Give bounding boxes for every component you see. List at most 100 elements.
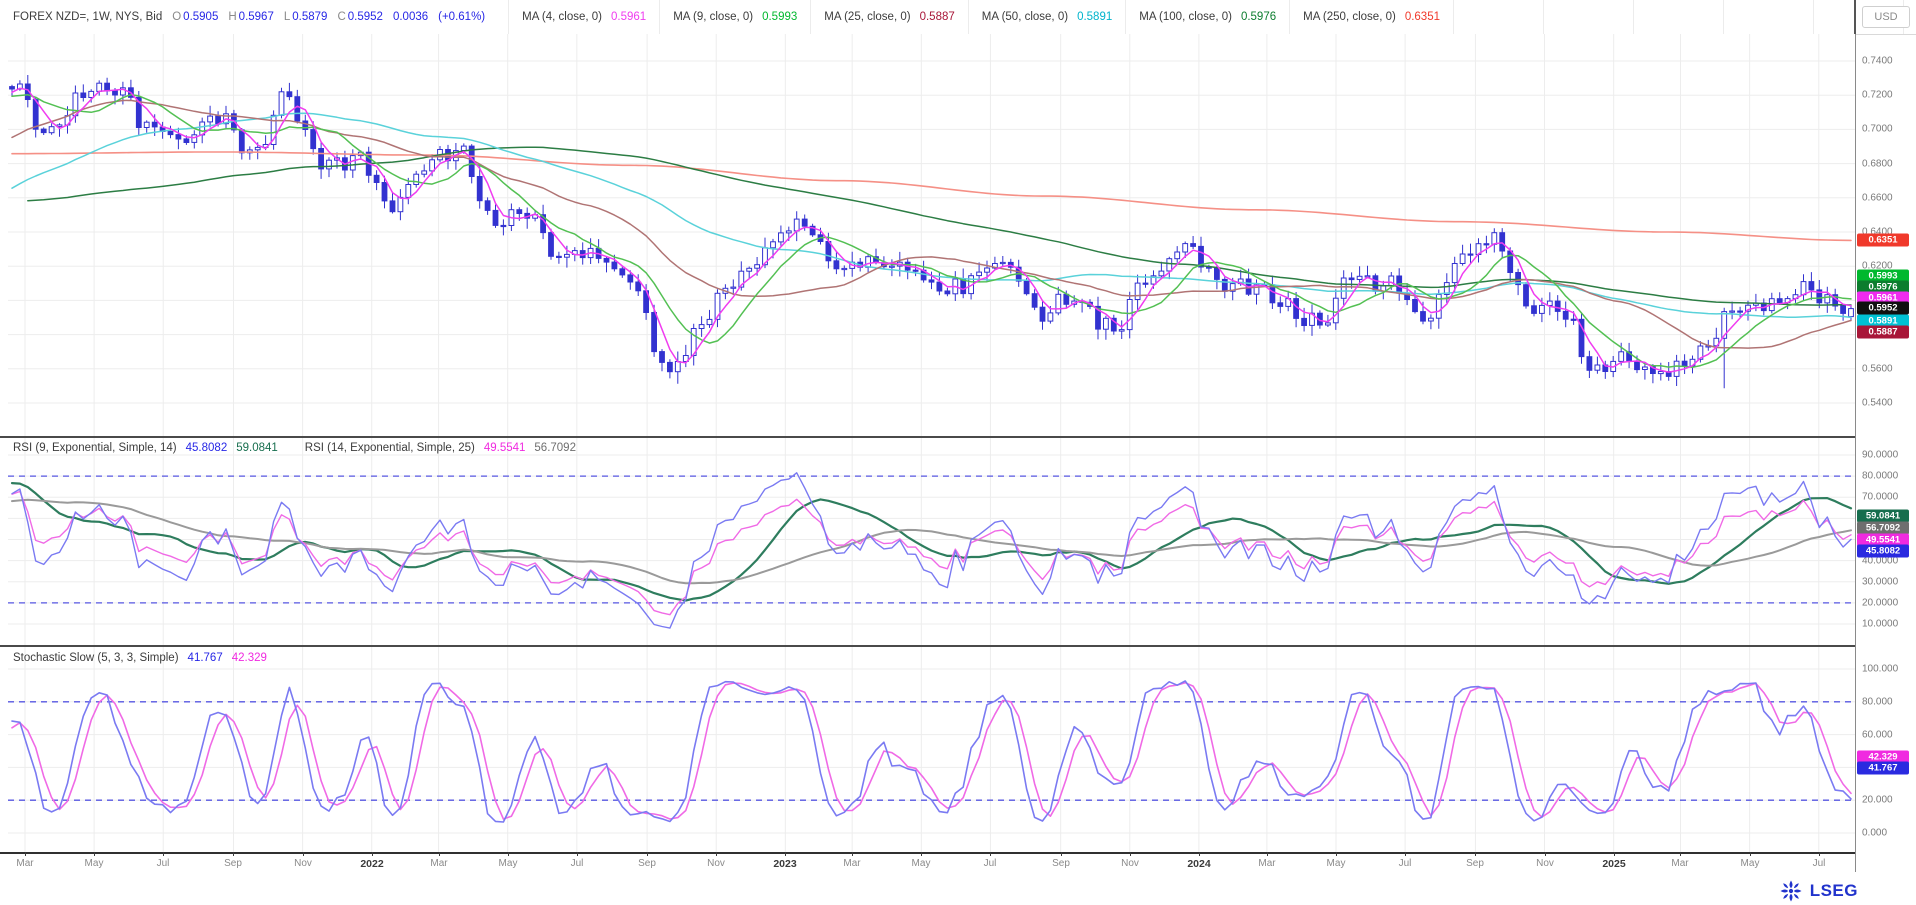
x-label-month: Nov: [707, 858, 725, 869]
candle-down: [1278, 303, 1283, 307]
lseg-crest-icon: [1779, 879, 1803, 903]
rsi-legend-part: 59.0841: [236, 442, 278, 454]
stoch-tick: 100.000: [1862, 664, 1898, 675]
price-chart-panel[interactable]: [0, 34, 1855, 436]
candle-up: [1048, 313, 1053, 321]
rsi-panel[interactable]: [0, 438, 1855, 645]
stochastic-panel[interactable]: [0, 647, 1855, 852]
candle-down: [1143, 283, 1148, 284]
ohlc-letter: H: [228, 11, 236, 23]
chart-legend-bar: FOREX NZD=, 1W, NYS, BidO0.5905H0.5967L0…: [0, 0, 1916, 35]
candle-down: [311, 130, 316, 149]
x-label-month: May: [499, 858, 518, 869]
x-tick-mark: [94, 852, 95, 856]
quote-currency-chip[interactable]: USD: [1862, 6, 1910, 28]
ma-legend[interactable]: MA (9, close, 0)0.5993: [660, 0, 811, 34]
candle-down: [1500, 233, 1505, 251]
candle-down: [1024, 281, 1029, 294]
ohlc-value: 0.0036: [393, 11, 428, 23]
candle-down: [612, 262, 617, 269]
x-label-month: Mar: [1258, 858, 1275, 869]
candle-down: [1508, 251, 1513, 273]
rsi-tick: 10.0000: [1862, 619, 1898, 630]
ma-value: 0.5887: [920, 11, 955, 23]
candle-up: [1730, 311, 1735, 312]
x-label-month: Sep: [638, 858, 656, 869]
ma-value: 0.5891: [1077, 11, 1112, 23]
ohlc-letter: O: [172, 11, 181, 23]
candle-up: [1183, 244, 1188, 252]
panel-separator[interactable]: [0, 645, 1855, 647]
candle-up: [1429, 318, 1434, 321]
candle-down: [1302, 318, 1307, 325]
candle-up: [49, 127, 54, 133]
ma-legend[interactable]: MA (50, close, 0) 0.5891: [969, 0, 1126, 34]
rsi-legend-part: RSI (9, Exponential, Simple, 14): [13, 442, 177, 454]
x-tick-mark: [647, 852, 648, 856]
candle-down: [1413, 300, 1418, 312]
x-label-month: Mar: [1671, 858, 1688, 869]
ma-label: MA (100, close, 0): [1139, 11, 1232, 23]
stochastic-legend[interactable]: Stochastic Slow (5, 3, 3, Simple)41.7674…: [13, 652, 276, 664]
ma-legend[interactable]: MA (100, close, 0)0.5976: [1126, 0, 1290, 34]
candle-up: [565, 254, 570, 257]
candle-up: [731, 287, 736, 288]
ma-legend[interactable]: MA (4, close, 0)0.5961: [509, 0, 660, 34]
x-tick-mark: [508, 852, 509, 856]
ma-label: MA (25, close, 0): [824, 11, 910, 23]
rsi-tick: 20.0000: [1862, 597, 1898, 608]
candle-down: [501, 225, 506, 226]
candle-up: [755, 265, 760, 269]
x-label-year: 2025: [1602, 858, 1625, 870]
candle-up: [890, 266, 895, 267]
candle-down: [1270, 285, 1275, 303]
x-tick-mark: [1405, 852, 1406, 856]
stoch-tick: 20.000: [1862, 795, 1893, 806]
candle-up: [1460, 254, 1465, 264]
rsi-legend[interactable]: RSI (9, Exponential, Simple, 14)45.80825…: [13, 442, 585, 454]
candle-down: [1738, 311, 1743, 312]
candle-up: [1167, 259, 1172, 271]
x-tick-mark: [1750, 852, 1751, 856]
candle-down: [239, 130, 244, 153]
stoch-legend-part: Stochastic Slow (5, 3, 3, Simple): [13, 652, 179, 664]
ma-legend[interactable]: MA (25, close, 0) 0.5887: [811, 0, 968, 34]
candle-down: [1563, 311, 1568, 319]
candle-down: [1468, 254, 1473, 255]
candle-down: [652, 313, 657, 352]
x-label-month: Sep: [1052, 858, 1070, 869]
axis-top-separator: [1854, 0, 1856, 34]
x-label-month: Nov: [294, 858, 312, 869]
x-tick-mark: [25, 852, 26, 856]
x-tick-mark: [1199, 852, 1200, 856]
x-tick-mark: [1680, 852, 1681, 856]
panel-separator[interactable]: [0, 436, 1855, 438]
candle-up: [97, 83, 102, 91]
candle-up: [192, 135, 197, 143]
x-label-month: May: [1741, 858, 1760, 869]
ma-label: MA (50, close, 0): [982, 11, 1068, 23]
instrument-legend[interactable]: FOREX NZD=, 1W, NYS, BidO0.5905H0.5967L0…: [0, 0, 509, 34]
candle-up: [327, 160, 332, 169]
candle-down: [295, 97, 300, 121]
x-label-month: Mar: [843, 858, 860, 869]
candle-down: [184, 139, 189, 143]
candle-down: [168, 132, 173, 135]
x-tick-mark: [785, 852, 786, 856]
candle-up: [1135, 283, 1140, 299]
candle-down: [929, 280, 934, 282]
candle-down: [176, 135, 181, 139]
candle-up: [1540, 305, 1545, 313]
candle-up: [208, 116, 213, 122]
price-tick: 0.6600: [1862, 192, 1893, 203]
legend-filler: [1454, 0, 1916, 34]
x-tick-mark: [1819, 852, 1820, 856]
candle-up: [747, 268, 752, 271]
ma-legend[interactable]: MA (250, close, 0)0.6351: [1290, 0, 1454, 34]
candle-down: [1349, 278, 1354, 280]
candle-down: [834, 261, 839, 269]
candle-up: [1175, 252, 1180, 259]
candle-down: [668, 362, 673, 371]
candle-up: [779, 233, 784, 242]
x-tick-mark: [439, 852, 440, 856]
